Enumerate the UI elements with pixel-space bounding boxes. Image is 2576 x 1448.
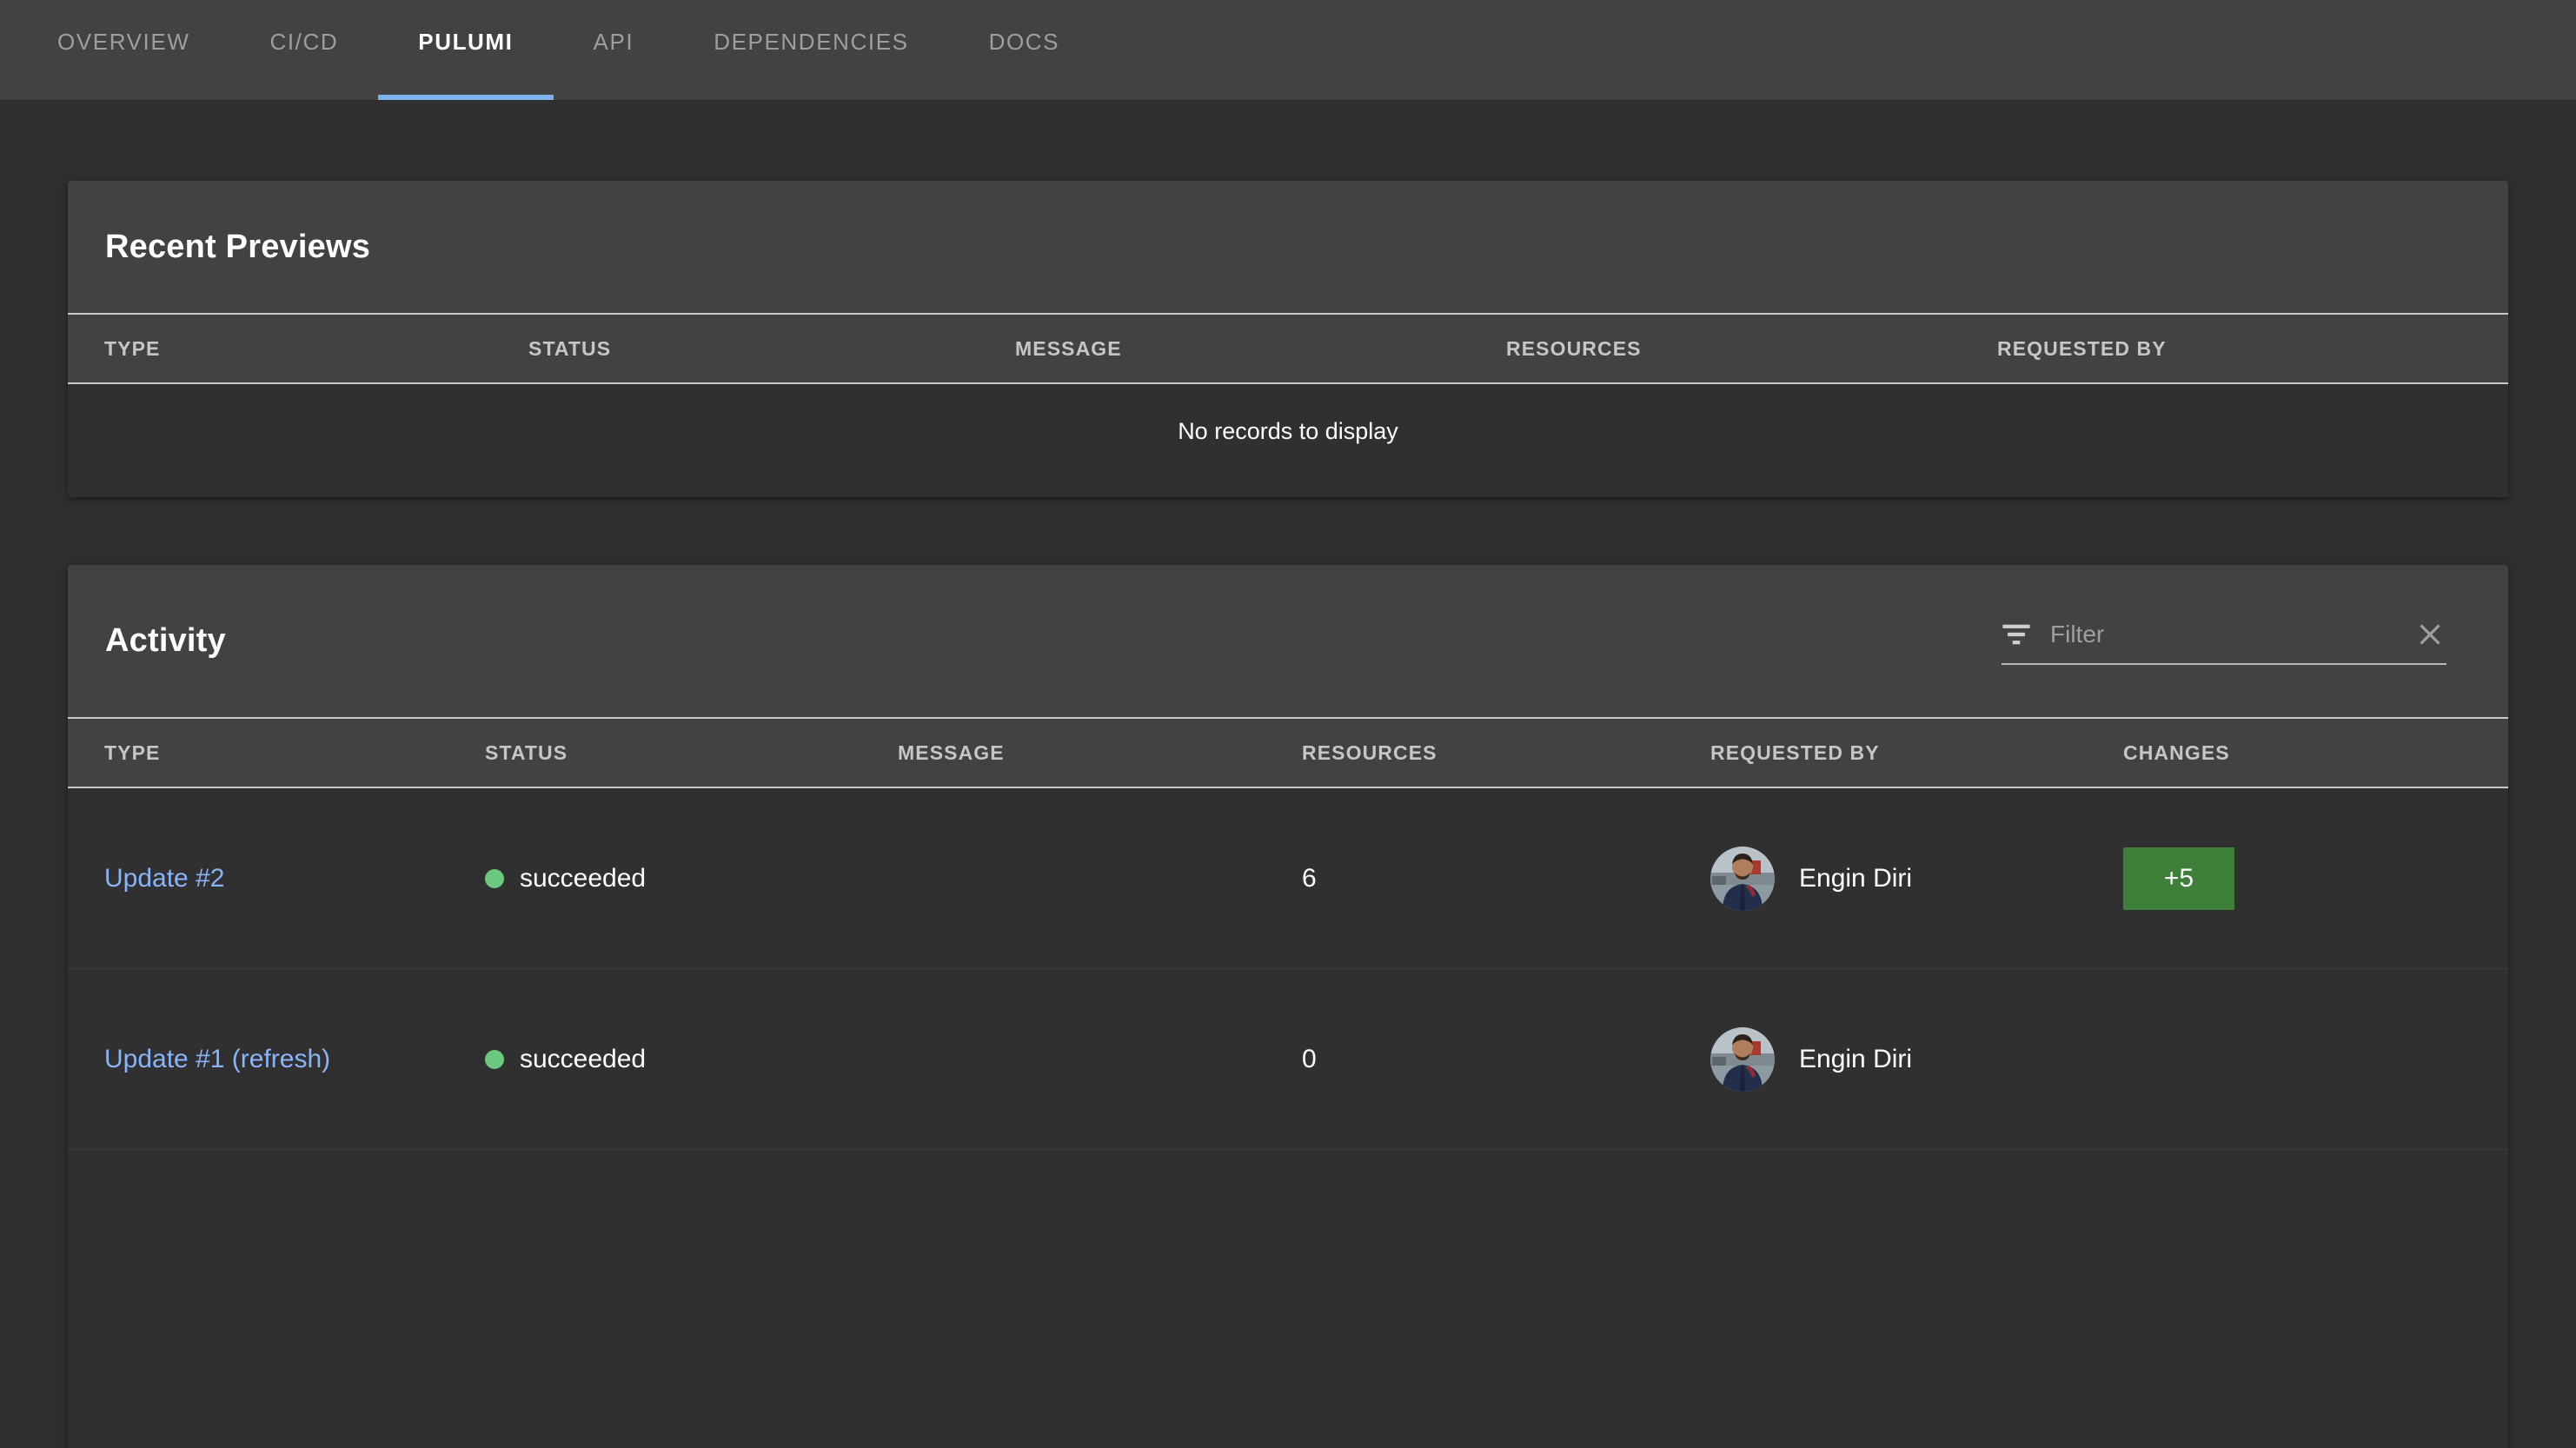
activity-table-body: Update #2 succeeded 6 Engin Diri +5 Upda… bbox=[68, 788, 2508, 1444]
tab-label: DEPENDENCIES bbox=[714, 29, 909, 55]
tab-label: PULUMI bbox=[418, 29, 514, 55]
activity-table-filler bbox=[68, 1150, 2508, 1444]
empty-state-message: No records to display bbox=[1178, 417, 1398, 444]
status-label: succeeded bbox=[520, 1044, 647, 1073]
cell-resources: 6 bbox=[1302, 863, 1317, 893]
primary-tab-bar: OVERVIEW CI/CD PULUMI API DEPENDENCIES D… bbox=[0, 0, 2576, 100]
avatar bbox=[1710, 846, 1775, 911]
update-link[interactable]: Update #1 (refresh) bbox=[104, 1045, 330, 1074]
cell-type: Update #1 (refresh) bbox=[68, 1045, 485, 1074]
column-header-type: TYPE bbox=[104, 741, 161, 764]
column-header-resources: RESOURCES bbox=[1302, 741, 1437, 764]
page-content: Recent Previews TYPE STATUS MESSAGE RESO… bbox=[0, 181, 2576, 1448]
tab-docs[interactable]: DOCS bbox=[949, 0, 1100, 100]
cell-type: Update #2 bbox=[68, 864, 485, 893]
activity-table-header: TYPE STATUS MESSAGE RESOURCES REQUESTED … bbox=[68, 717, 2508, 788]
cell-status: succeeded bbox=[485, 1045, 898, 1074]
tab-cicd[interactable]: CI/CD bbox=[229, 0, 378, 100]
recent-previews-card: Recent Previews TYPE STATUS MESSAGE RESO… bbox=[68, 181, 2508, 497]
requested-by-name: Engin Diri bbox=[1799, 863, 1913, 893]
activity-card: Activity TYPE STATUS bbox=[68, 565, 2508, 1448]
tab-pulumi[interactable]: PULUMI bbox=[378, 0, 554, 100]
recent-previews-card-footer bbox=[68, 478, 2508, 497]
cell-requested-by: Engin Diri bbox=[1710, 1026, 2123, 1092]
activity-paginator: 5 rows 1-2 of 2 bbox=[68, 1444, 2508, 1448]
column-header-resources: RESOURCES bbox=[1506, 336, 1642, 360]
table-row[interactable]: Update #2 succeeded 6 Engin Diri +5 bbox=[68, 788, 2508, 969]
page-title: Recent Previews bbox=[105, 228, 371, 265]
column-header-type: TYPE bbox=[104, 336, 161, 360]
avatar bbox=[1710, 1026, 1775, 1092]
tab-label: DOCS bbox=[988, 29, 1060, 55]
column-header-message: MESSAGE bbox=[1015, 336, 1122, 360]
tab-api[interactable]: API bbox=[554, 0, 674, 100]
tab-label: OVERVIEW bbox=[57, 29, 190, 55]
activity-filter bbox=[2002, 618, 2447, 665]
status-label: succeeded bbox=[520, 863, 647, 893]
active-tab-indicator bbox=[378, 95, 554, 100]
column-header-requested-by: REQUESTED BY bbox=[1997, 336, 2167, 360]
cell-resources: 0 bbox=[1302, 1044, 1317, 1073]
status-dot-icon bbox=[485, 1049, 504, 1069]
cell-status: succeeded bbox=[485, 864, 898, 893]
tab-overview[interactable]: OVERVIEW bbox=[17, 0, 229, 100]
status-dot-icon bbox=[485, 868, 504, 888]
table-row[interactable]: Update #1 (refresh) succeeded 0 Engin Di… bbox=[68, 969, 2508, 1150]
tab-dependencies[interactable]: DEPENDENCIES bbox=[674, 0, 948, 100]
tab-label: CI/CD bbox=[269, 29, 339, 55]
filter-list-icon bbox=[2002, 623, 2031, 646]
column-header-status: STATUS bbox=[528, 336, 612, 360]
recent-previews-empty-state: No records to display bbox=[68, 384, 2508, 478]
recent-previews-table-header: TYPE STATUS MESSAGE RESOURCES REQUESTED … bbox=[68, 313, 2508, 384]
column-header-message: MESSAGE bbox=[898, 741, 1005, 764]
column-header-changes: CHANGES bbox=[2123, 741, 2230, 764]
requested-by-name: Engin Diri bbox=[1799, 1044, 1913, 1073]
recent-previews-header: Recent Previews bbox=[68, 181, 2508, 313]
column-header-requested-by: REQUESTED BY bbox=[1710, 741, 1880, 764]
changes-badge: +5 bbox=[2123, 847, 2234, 910]
filter-input[interactable] bbox=[2050, 620, 2413, 648]
activity-title: Activity bbox=[105, 622, 226, 659]
close-icon[interactable] bbox=[2413, 618, 2447, 651]
tab-label: API bbox=[593, 29, 634, 55]
cell-requested-by: Engin Diri bbox=[1710, 846, 2123, 911]
activity-header: Activity bbox=[68, 565, 2508, 717]
update-link[interactable]: Update #2 bbox=[104, 864, 224, 893]
column-header-status: STATUS bbox=[485, 741, 568, 764]
cell-changes: +5 bbox=[2123, 847, 2488, 910]
